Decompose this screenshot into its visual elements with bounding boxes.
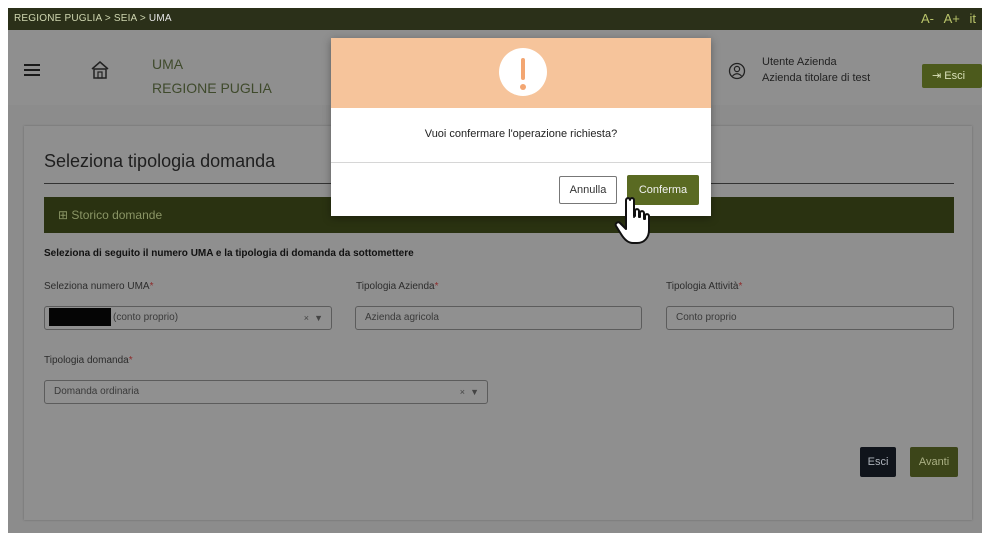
storico-label: Storico domande xyxy=(71,208,163,222)
avanti-button[interactable]: Avanti xyxy=(910,447,958,477)
user-icon xyxy=(728,62,746,85)
region-name: REGIONE PUGLIA xyxy=(152,80,272,96)
redacted-uma-number xyxy=(49,308,111,327)
tipologia-attivita-label: Tipologia Attività* xyxy=(666,281,743,292)
hand-pointer-icon xyxy=(614,196,654,255)
breadcrumb-separator: > xyxy=(139,13,146,24)
accessibility-controls: A- A+ it xyxy=(915,11,976,26)
logout-label: Esci xyxy=(944,70,966,82)
breadcrumb-separator: > xyxy=(104,13,111,24)
dialog-divider xyxy=(331,162,711,163)
clear-icon[interactable]: × xyxy=(460,387,465,397)
logout-button[interactable]: ⇥ Esci xyxy=(922,64,982,88)
uma-select-value: (conto proprio) xyxy=(113,312,179,323)
tipologia-azienda-label: Tipologia Azienda* xyxy=(356,281,439,292)
tipologia-azienda-field: Azienda agricola xyxy=(355,306,642,330)
font-decrease-button[interactable]: A- xyxy=(921,11,934,26)
annulla-button[interactable]: Annulla xyxy=(559,176,617,204)
logout-icon: ⇥ xyxy=(932,70,945,82)
tipologia-domanda-controls: × ▼ xyxy=(460,381,479,403)
home-icon[interactable] xyxy=(90,60,110,85)
app-title[interactable]: UMA REGIONE PUGLIA xyxy=(152,52,272,100)
breadcrumb: REGIONE PUGLIA > SEIA > UMA xyxy=(14,13,172,24)
esci-button[interactable]: Esci xyxy=(860,447,896,477)
breadcrumb-item-uma: UMA xyxy=(148,13,172,24)
breadcrumb-item-seia[interactable]: SEIA xyxy=(114,13,137,24)
user-info: Utente Azienda Azienda titolare di test xyxy=(762,54,870,86)
top-bar: REGIONE PUGLIA > SEIA > UMA A- A+ it xyxy=(8,8,982,30)
instructions-text: Seleziona di seguito il numero UMA e la … xyxy=(44,248,414,259)
uma-select[interactable]: (conto proprio) × ▼ xyxy=(44,306,332,330)
tipologia-attivita-field: Conto proprio xyxy=(666,306,954,330)
user-name: Utente Azienda xyxy=(762,56,837,68)
breadcrumb-item-regione[interactable]: REGIONE PUGLIA xyxy=(14,13,102,24)
font-increase-button[interactable]: A+ xyxy=(944,11,960,26)
chevron-down-icon[interactable]: ▼ xyxy=(470,387,479,397)
tipologia-domanda-select[interactable]: Domanda ordinaria × ▼ xyxy=(44,380,488,404)
warning-icon xyxy=(499,48,547,96)
app-frame: REGIONE PUGLIA > SEIA > UMA A- A+ it UMA… xyxy=(8,8,982,533)
hamburger-menu-icon[interactable] xyxy=(24,64,40,76)
expand-icon: ⊞ xyxy=(58,208,72,222)
chevron-down-icon[interactable]: ▼ xyxy=(314,313,323,323)
tipologia-domanda-label: Tipologia domanda* xyxy=(44,355,133,366)
language-selector[interactable]: it xyxy=(970,11,977,26)
tipologia-domanda-value: Domanda ordinaria xyxy=(54,386,140,397)
uma-select-controls: × ▼ xyxy=(304,307,323,329)
dialog-message: Vuoi confermare l'operazione richiesta? xyxy=(424,128,618,140)
app-name: UMA xyxy=(152,56,184,72)
clear-icon[interactable]: × xyxy=(304,313,309,323)
user-company: Azienda titolare di test xyxy=(762,72,871,84)
dialog-header xyxy=(331,38,711,108)
confirm-dialog: Vuoi confermare l'operazione richiesta? … xyxy=(331,38,711,216)
page-title: Seleziona tipologia domanda xyxy=(44,151,276,171)
uma-label: Seleziona numero UMA* xyxy=(44,281,154,292)
